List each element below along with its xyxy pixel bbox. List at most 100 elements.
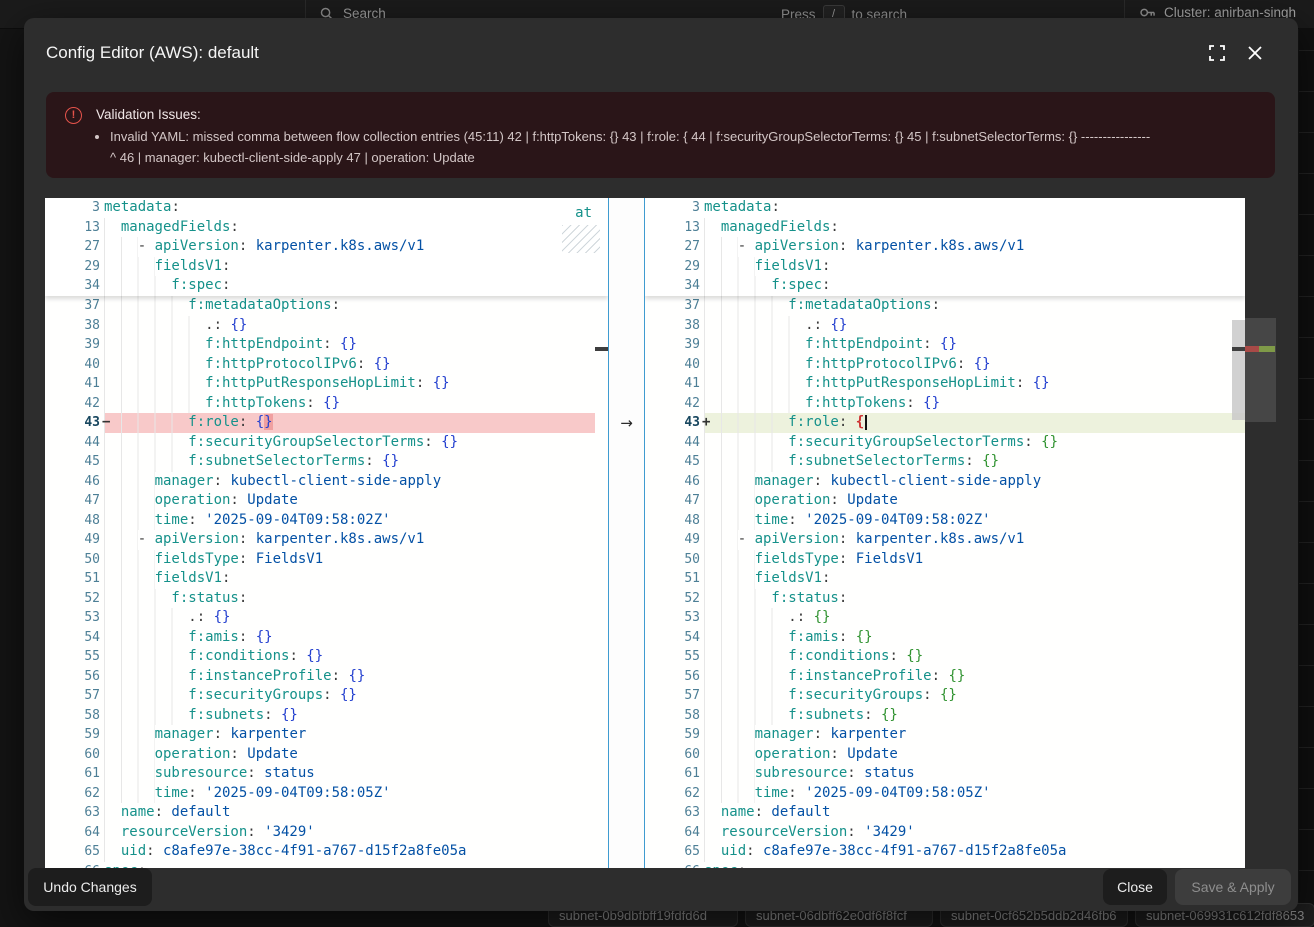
code-line[interactable]: 58f:subnets: {} [45, 706, 595, 726]
code-line[interactable]: 43−f:role: {} [45, 413, 595, 433]
undo-changes-button[interactable]: Undo Changes [28, 868, 152, 906]
code-line[interactable]: 65uid: c8afe97e-38cc-4f91-a767-d15f2a8fe… [645, 842, 1245, 862]
code-line[interactable]: 47operation: Update [645, 491, 1245, 511]
code-line[interactable]: 56f:instanceProfile: {} [45, 667, 595, 687]
code-line[interactable]: 46manager: kubectl-client-side-apply [45, 472, 595, 492]
indent-guides [704, 667, 788, 687]
diff-original-pane[interactable]: 37f:metadataOptions:38.: {}39f:httpEndpo… [45, 198, 608, 868]
clipped-text-artifact: at [575, 205, 592, 221]
code-line[interactable]: 50fieldsType: FieldsV1 [645, 550, 1245, 570]
original-code-rows: 37f:metadataOptions:38.: {}39f:httpEndpo… [45, 296, 595, 868]
token: : [239, 590, 247, 606]
yaml-diff-editor: 37f:metadataOptions:38.: {}39f:httpEndpo… [45, 198, 1245, 868]
diff-sash[interactable]: → [608, 198, 645, 868]
code-line[interactable]: 42f:httpTokens: {} [45, 394, 595, 414]
code-line[interactable]: 47operation: Update [45, 491, 595, 511]
diff-modified-pane[interactable]: 37f:metadataOptions:38.: {}39f:httpEndpo… [645, 198, 1245, 868]
code-line[interactable]: 59manager: karpenter [45, 725, 595, 745]
code-line[interactable]: 57f:securityGroups: {} [45, 686, 595, 706]
revert-change-arrow-button[interactable]: → [609, 413, 644, 433]
code-line[interactable]: 29fieldsV1: [45, 257, 608, 277]
code-line[interactable]: 50fieldsType: FieldsV1 [45, 550, 595, 570]
code-line[interactable]: 42f:httpTokens: {} [645, 394, 1245, 414]
code-line[interactable]: 43+f:role: { [645, 413, 1245, 433]
code-line[interactable]: 63name: default [645, 803, 1245, 823]
expand-icon[interactable] [1206, 42, 1228, 64]
code-line[interactable]: 34f:spec: [645, 276, 1245, 296]
code-line[interactable]: 55f:conditions: {} [45, 647, 595, 667]
vertical-scrollbar-thumb[interactable] [1232, 320, 1245, 420]
code-line[interactable]: 61subresource: status [645, 764, 1245, 784]
line-number: 3 [45, 198, 100, 218]
code-line[interactable]: 39f:httpEndpoint: {} [645, 335, 1245, 355]
minimap-slider[interactable] [1245, 318, 1276, 422]
code-line[interactable]: 62time: '2025-09-04T09:58:05Z' [645, 784, 1245, 804]
code-line[interactable]: 59manager: karpenter [645, 725, 1245, 745]
token: .: [805, 317, 830, 333]
token: : [230, 492, 247, 508]
token: - [738, 238, 755, 254]
code-line[interactable]: 49- apiVersion: karpenter.k8s.aws/v1 [45, 530, 595, 550]
code-line[interactable]: 64resourceVersion: '3429' [645, 823, 1245, 843]
code-line[interactable]: 13managedFields: [45, 218, 608, 238]
code-line[interactable]: 57f:securityGroups: {} [645, 686, 1245, 706]
code-line[interactable]: 53.: {} [645, 608, 1245, 628]
code-line[interactable]: 45f:subnetSelectorTerms: {} [45, 452, 595, 472]
code-line[interactable]: 48time: '2025-09-04T09:58:02Z' [645, 511, 1245, 531]
code-line[interactable]: 29fieldsV1: [645, 257, 1245, 277]
code-line[interactable]: 27- apiVersion: karpenter.k8s.aws/v1 [45, 237, 608, 257]
indent-guides [104, 784, 155, 804]
close-icon[interactable] [1244, 42, 1266, 64]
code-line[interactable]: 53.: {} [45, 608, 595, 628]
code-line[interactable]: 56f:instanceProfile: {} [645, 667, 1245, 687]
code-line[interactable]: 13managedFields: [645, 218, 1245, 238]
code-text: uid: c8afe97e-38cc-4f91-a767-d15f2a8fe05… [704, 842, 1245, 862]
code-line[interactable]: 51fieldsV1: [45, 569, 595, 589]
code-line[interactable]: 44f:securityGroupSelectorTerms: {} [645, 433, 1245, 453]
code-line[interactable]: 46manager: kubectl-client-side-apply [645, 472, 1245, 492]
code-line[interactable]: 55f:conditions: {} [645, 647, 1245, 667]
code-line[interactable]: 51fieldsV1: [645, 569, 1245, 589]
token: {} [433, 375, 450, 391]
code-line[interactable]: 44f:securityGroupSelectorTerms: {} [45, 433, 595, 453]
code-line[interactable]: 40f:httpProtocolIPv6: {} [45, 355, 595, 375]
token: '2025-09-04T09:58:02Z' [205, 512, 390, 528]
code-line[interactable]: 41f:httpPutResponseHopLimit: {} [45, 374, 595, 394]
code-text: manager: kubectl-client-side-apply [704, 472, 1245, 492]
code-text: f:httpPutResponseHopLimit: {} [104, 374, 595, 394]
code-line[interactable]: 49- apiVersion: karpenter.k8s.aws/v1 [645, 530, 1245, 550]
code-line[interactable]: 34f:spec: [45, 276, 608, 296]
code-line[interactable]: 3metadata: [645, 198, 1245, 218]
code-line[interactable]: 60operation: Update [45, 745, 595, 765]
code-line[interactable]: 54f:amis: {} [645, 628, 1245, 648]
code-line[interactable]: 52f:status: [645, 589, 1245, 609]
code-line[interactable]: 40f:httpProtocolIPv6: {} [645, 355, 1245, 375]
code-line[interactable]: 58f:subnets: {} [645, 706, 1245, 726]
code-line[interactable]: 63name: default [45, 803, 595, 823]
close-button[interactable]: Close [1103, 869, 1167, 905]
code-line[interactable]: 54f:amis: {} [45, 628, 595, 648]
code-line[interactable]: 60operation: Update [645, 745, 1245, 765]
line-number: 55 [645, 647, 700, 667]
code-line[interactable]: 52f:status: [45, 589, 595, 609]
code-line[interactable]: 48time: '2025-09-04T09:58:02Z' [45, 511, 595, 531]
code-line[interactable]: 62time: '2025-09-04T09:58:05Z' [45, 784, 595, 804]
code-line[interactable]: 37f:metadataOptions: [645, 296, 1245, 316]
token: {} [441, 434, 458, 450]
save-apply-button[interactable]: Save & Apply [1175, 869, 1291, 905]
code-line[interactable]: 39f:httpEndpoint: {} [45, 335, 595, 355]
code-text: f:amis: {} [704, 628, 1245, 648]
token: : [247, 765, 264, 781]
code-line[interactable]: 38.: {} [45, 316, 595, 336]
code-line[interactable]: 3metadata: [45, 198, 608, 218]
code-line[interactable]: 64resourceVersion: '3429' [45, 823, 595, 843]
code-line[interactable]: 61subresource: status [45, 764, 595, 784]
indent-guides [104, 394, 205, 414]
code-line[interactable]: 65uid: c8afe97e-38cc-4f91-a767-d15f2a8fe… [45, 842, 595, 862]
code-line[interactable]: 45f:subnetSelectorTerms: {} [645, 452, 1245, 472]
code-line[interactable]: 66spec: [645, 862, 1245, 869]
code-line[interactable]: 27- apiVersion: karpenter.k8s.aws/v1 [645, 237, 1245, 257]
code-line[interactable]: 37f:metadataOptions: [45, 296, 595, 316]
code-line[interactable]: 41f:httpPutResponseHopLimit: {} [645, 374, 1245, 394]
code-line[interactable]: 38.: {} [645, 316, 1245, 336]
